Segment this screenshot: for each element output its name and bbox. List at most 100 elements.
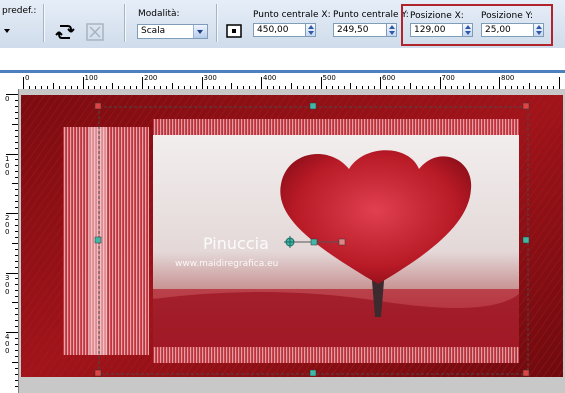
ruler-label: 0: [5, 95, 10, 103]
ruler-tick: [15, 337, 18, 339]
ruler-tick: [15, 314, 18, 316]
ruler-tick: [15, 165, 18, 167]
vertical-ruler[interactable]: 0 1 0 0 2 0 0 3 0 0 4 0 0: [0, 89, 19, 393]
ruler-tick: [15, 379, 18, 381]
ruler-corner: [0, 73, 18, 89]
ruler-tick: [439, 77, 441, 89]
image-canvas[interactable]: Pinuccia www.maidiregrafica.eu: [19, 89, 565, 393]
center-y-spinner[interactable]: [386, 23, 397, 37]
toolbar-separator: [216, 4, 218, 42]
ruler-tick: [15, 254, 18, 256]
center-x-label: Punto centrale X:: [253, 10, 331, 20]
ruler-tick: [15, 367, 18, 369]
ruler-tick: [499, 77, 500, 89]
ruler-label: 600: [382, 74, 396, 82]
ruler-tick: [261, 77, 262, 89]
ruler-tick: [15, 207, 18, 209]
handle-top-left[interactable]: [94, 102, 102, 110]
mode-select[interactable]: Scala: [137, 24, 208, 39]
ruler-tick: [23, 77, 24, 89]
ruler-label: 4 0 0: [5, 333, 10, 355]
ruler-label: 200: [144, 74, 158, 82]
preset-dropdown-arrow-icon[interactable]: [4, 29, 10, 33]
ruler-tick: [558, 77, 560, 89]
ruler-tick: [142, 77, 143, 89]
ruler-tick: [15, 99, 18, 101]
toolbar-separator: [124, 4, 126, 42]
ruler-tick: [15, 284, 18, 286]
center-icon[interactable]: [225, 22, 245, 42]
top-stripe-band: [153, 119, 519, 135]
ruler-label: 500: [322, 74, 336, 82]
ruler-tick: [15, 224, 18, 226]
handle-bottom-middle[interactable]: [309, 369, 317, 377]
ruler-tick: [15, 171, 18, 173]
ruler-label: 300: [203, 74, 217, 82]
ruler-tick: [15, 320, 18, 322]
handle-right-middle[interactable]: [522, 236, 530, 244]
ruler-tick: [201, 77, 203, 89]
chevron-down-icon[interactable]: [193, 25, 207, 38]
ruler-tick: [15, 266, 18, 268]
ruler-tick: [15, 296, 18, 298]
ruler-tick: [15, 141, 18, 143]
ruler-tick: [15, 355, 18, 357]
ruler-tick: [15, 129, 18, 131]
ruler-tick: [380, 77, 381, 89]
preset-label: predef.:: [2, 6, 37, 16]
handle-left-middle[interactable]: [94, 236, 102, 244]
rotation-mid-handle[interactable]: [310, 238, 318, 246]
ruler-tick: [15, 290, 18, 292]
position-highlight-box: [401, 4, 553, 46]
ruler-label: 400: [263, 74, 277, 82]
ruler-tick: [15, 177, 18, 179]
ruler-tick: [15, 230, 18, 232]
ruler-tick: [15, 343, 18, 345]
handle-bottom-right[interactable]: [522, 369, 530, 377]
ruler-tick: [15, 159, 18, 161]
ruler-tick: [12, 123, 18, 125]
center-x-spinner[interactable]: [305, 23, 316, 37]
ruler-label: 2 0 0: [5, 214, 10, 236]
toolbar-separator: [43, 4, 45, 42]
center-y-input[interactable]: 249,50: [333, 23, 387, 37]
horizontal-ruler[interactable]: 0 100 200 300 400 500 600 700 800: [18, 73, 565, 90]
ruler-tick: [12, 361, 18, 363]
watermark-title: Pinuccia: [203, 234, 269, 253]
ruler-tick: [15, 278, 18, 280]
ruler-label: 800: [501, 74, 515, 82]
bottom-stripe-band: [153, 347, 519, 363]
ruler-tick: [15, 111, 18, 113]
ruler-tick: [15, 105, 18, 107]
tool-options-toolbar: predef.: Modalità: Scala Punto centrale …: [0, 0, 565, 48]
center-y-label: Punto centrale Y:: [333, 10, 409, 20]
ruler-tick: [15, 349, 18, 351]
ruler-label: 700: [441, 74, 455, 82]
ruler-tick: [15, 147, 18, 149]
ruler-label: 1 0 0: [5, 154, 10, 177]
ruler-tick: [15, 218, 18, 220]
ruler-tick: [82, 77, 84, 89]
ruler-tick: [15, 326, 18, 328]
ruler-tick: [15, 308, 18, 310]
ruler-tick: [15, 248, 18, 250]
center-x-input[interactable]: 450,00: [253, 23, 306, 37]
mode-label: Modalità:: [138, 9, 180, 19]
ruler-tick: [15, 117, 18, 119]
ruler-tick: [15, 189, 18, 191]
reset-icon[interactable]: [85, 22, 105, 42]
handle-bottom-left[interactable]: [94, 369, 102, 377]
handle-top-middle[interactable]: [309, 102, 317, 110]
ruler-tick: [15, 236, 18, 238]
flip-icon[interactable]: [55, 22, 75, 42]
ruler-tick: [320, 77, 322, 89]
ruler-label: 0: [25, 74, 30, 82]
ruler-tick: [15, 385, 18, 387]
ruler-label: 100: [84, 74, 98, 82]
ruler-tick: [15, 260, 18, 262]
ruler-tick: [12, 302, 18, 304]
watermark-url: www.maidiregrafica.eu: [175, 259, 278, 269]
ruler-tick: [15, 195, 18, 197]
rotation-handle[interactable]: [338, 238, 346, 246]
handle-top-right[interactable]: [522, 102, 530, 110]
